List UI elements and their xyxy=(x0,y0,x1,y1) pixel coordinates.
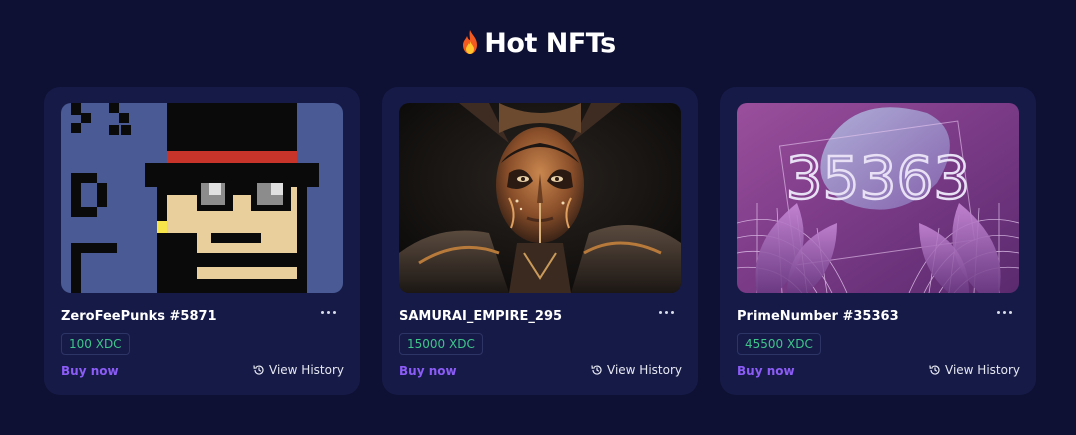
nft-card[interactable]: ZeroFeePunks #5871 100 XDC Buy now View … xyxy=(44,87,360,395)
history-icon xyxy=(591,365,602,375)
nft-card[interactable]: SAMURAI_EMPIRE_295 15000 XDC Buy now Vie… xyxy=(382,87,698,395)
buy-now-button[interactable]: Buy now xyxy=(737,364,795,378)
view-history-button[interactable]: View History xyxy=(929,363,1020,377)
more-options-icon[interactable] xyxy=(656,303,678,321)
nft-image-samurai[interactable] xyxy=(399,103,681,293)
buy-now-button[interactable]: Buy now xyxy=(399,364,457,378)
hot-nfts-section: Hot NFTs ZeroFeePunks #5871 100 XDC Buy … xyxy=(0,0,1076,435)
section-title: Hot NFTs xyxy=(0,28,1076,59)
price-badge: 45500 XDC xyxy=(737,333,821,355)
history-icon xyxy=(253,365,264,375)
view-history-label: View History xyxy=(945,363,1020,377)
nft-name[interactable]: SAMURAI_EMPIRE_295 xyxy=(399,309,562,324)
nft-image-zerofeepunks[interactable] xyxy=(61,103,343,293)
nft-card[interactable]: 35363 PrimeNumber #35363 45500 XDC Buy n… xyxy=(720,87,1036,395)
view-history-label: View History xyxy=(269,363,344,377)
more-options-icon[interactable] xyxy=(994,303,1016,321)
nft-image-primenumber[interactable]: 35363 xyxy=(737,103,1019,293)
fire-icon xyxy=(463,30,478,54)
price-badge: 15000 XDC xyxy=(399,333,483,355)
nft-name[interactable]: PrimeNumber #35363 xyxy=(737,309,899,324)
section-title-text: Hot NFTs xyxy=(484,28,616,59)
nft-name[interactable]: ZeroFeePunks #5871 xyxy=(61,309,217,324)
price-badge: 100 XDC xyxy=(61,333,130,355)
buy-now-button[interactable]: Buy now xyxy=(61,364,119,378)
view-history-button[interactable]: View History xyxy=(253,363,344,377)
view-history-label: View History xyxy=(607,363,682,377)
history-icon xyxy=(929,365,940,375)
more-options-icon[interactable] xyxy=(318,303,340,321)
view-history-button[interactable]: View History xyxy=(591,363,682,377)
prime-number-art-text: 35363 xyxy=(786,144,971,212)
